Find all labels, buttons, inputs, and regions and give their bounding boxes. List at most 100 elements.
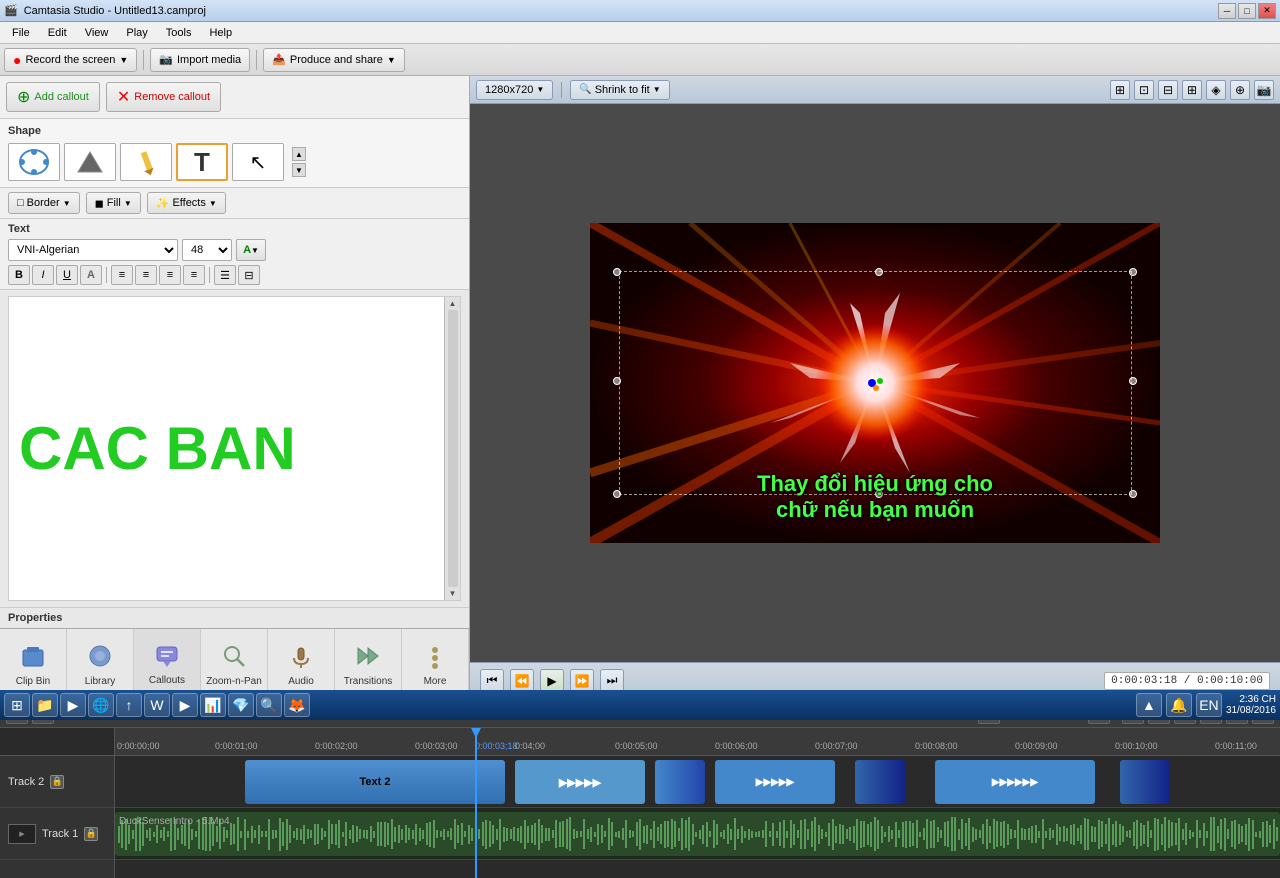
scroll-up-icon[interactable]: ▲	[449, 299, 457, 308]
wave-bar	[727, 824, 729, 844]
menu-view[interactable]: View	[77, 25, 117, 41]
shape-text[interactable]: T	[176, 143, 228, 181]
italic-button[interactable]: I	[32, 265, 54, 285]
preview-icon-3[interactable]: ⊟	[1158, 80, 1178, 100]
track2-lock[interactable]: 🔒	[50, 775, 64, 789]
shape-arrow[interactable]	[64, 143, 116, 181]
taskbar-arrow[interactable]: ↑	[116, 693, 142, 717]
align-center-button[interactable]: ≡	[135, 265, 157, 285]
scroll-down-icon[interactable]: ▼	[449, 589, 457, 598]
track2-arrows-3[interactable]: ▶▶▶▶▶▶	[935, 760, 1095, 804]
handle-top-left[interactable]	[613, 268, 621, 276]
go-to-start-button[interactable]: ⏮	[480, 669, 504, 693]
playhead[interactable]	[475, 728, 477, 878]
track2-arrows-1[interactable]: ▶▶▶▶▶	[515, 760, 645, 804]
remove-callout-button[interactable]: ✕ Remove callout	[106, 82, 221, 112]
shape-pencil[interactable]	[120, 143, 172, 181]
tab-more[interactable]: More	[402, 629, 469, 698]
tray-app1[interactable]: ▲	[1136, 693, 1162, 717]
track2-blue-block3[interactable]	[1120, 760, 1170, 804]
taskbar-chrome[interactable]: 🌐	[88, 693, 114, 717]
text-color-button[interactable]: A ▼	[236, 239, 266, 261]
produce-share-button[interactable]: 📤 Produce and share ▼	[263, 48, 405, 72]
shape-scroll-down[interactable]: ▼	[292, 163, 306, 177]
ruler-mark-10: 0:00:10;00	[1115, 741, 1158, 751]
preview-icon-7[interactable]: 📷	[1254, 80, 1274, 100]
fit-selector[interactable]: 🔍 Shrink to fit ▼	[570, 80, 669, 100]
tab-clip-bin[interactable]: Clip Bin	[0, 629, 67, 698]
handle-top-right[interactable]	[1129, 268, 1137, 276]
shape-scroll-up[interactable]: ▲	[292, 147, 306, 161]
tab-zoom-n-pan[interactable]: Zoom-n-Pan	[201, 629, 268, 698]
taskbar-media-player[interactable]: ▶	[60, 693, 86, 717]
taskbar-word[interactable]: W	[144, 693, 170, 717]
bold-button[interactable]: B	[8, 265, 30, 285]
taskbar-app4[interactable]: 🔍	[256, 693, 282, 717]
taskbar-app5[interactable]: 🦊	[284, 693, 310, 717]
wave-bar	[895, 822, 897, 847]
menu-file[interactable]: File	[4, 25, 38, 41]
preview-icon-4[interactable]: ⊞	[1182, 80, 1202, 100]
effects-button[interactable]: ✨ Effects ▼	[147, 192, 226, 214]
start-button[interactable]: ⊞	[4, 693, 30, 717]
go-to-end-button[interactable]: ⏭	[600, 669, 624, 693]
preview-icon-2[interactable]: ⊡	[1134, 80, 1154, 100]
track2-blue-block1[interactable]	[655, 760, 705, 804]
track2-blue-block2[interactable]	[855, 760, 905, 804]
audio-icon	[285, 640, 317, 672]
play-backward-button[interactable]: ⏪	[510, 669, 534, 693]
shape-ellipse[interactable]	[8, 143, 60, 181]
taskbar-app1[interactable]: ▶	[172, 693, 198, 717]
fill-button[interactable]: ◼ Fill ▼	[86, 192, 141, 214]
ruler-mark-11: 0:00:11;00	[1215, 741, 1257, 751]
indent-button[interactable]: ⊟	[238, 265, 260, 285]
text-preview[interactable]: CAC BAN ▲ ▼	[8, 296, 461, 601]
menu-edit[interactable]: Edit	[40, 25, 75, 41]
close-button[interactable]: ✕	[1258, 3, 1276, 19]
wave-bar	[667, 821, 669, 847]
align-justify-button[interactable]: ≡	[183, 265, 205, 285]
audio-waveform-clip[interactable]: DuckSense Intro - 5.Mp4	[115, 812, 1280, 856]
play-button[interactable]: ▶	[540, 669, 564, 693]
record-screen-button[interactable]: ● Record the screen ▼	[4, 48, 137, 72]
menu-play[interactable]: Play	[118, 25, 155, 41]
strikethrough-button[interactable]: A	[80, 265, 102, 285]
tray-app2[interactable]: 🔔	[1166, 693, 1192, 717]
preview-icon-5[interactable]: ◈	[1206, 80, 1226, 100]
tab-library[interactable]: Library	[67, 629, 134, 698]
preview-icon-1[interactable]: ⊞	[1110, 80, 1130, 100]
list-button[interactable]: ☰	[214, 265, 236, 285]
font-select[interactable]: VNI-Algerian	[8, 239, 178, 261]
menu-help[interactable]: Help	[201, 25, 240, 41]
import-media-button[interactable]: 📷 Import media	[150, 48, 250, 72]
taskbar-app2[interactable]: 📊	[200, 693, 226, 717]
track1-lock[interactable]: 🔒	[84, 827, 98, 841]
border-button[interactable]: □ Border ▼	[8, 192, 80, 214]
add-callout-button[interactable]: ⊕ Add callout	[6, 82, 100, 112]
align-right-button[interactable]: ≡	[159, 265, 181, 285]
minimize-button[interactable]: ─	[1218, 3, 1236, 19]
text2-clip[interactable]: Text 2	[245, 760, 505, 804]
taskbar-explorer[interactable]: 📁	[32, 693, 58, 717]
underline-button[interactable]: U	[56, 265, 78, 285]
tab-audio[interactable]: Audio	[268, 629, 335, 698]
handle-top-center[interactable]	[875, 268, 883, 276]
handle-mid-left[interactable]	[613, 377, 621, 385]
preview-icon-6[interactable]: ⊕	[1230, 80, 1250, 100]
resolution-selector[interactable]: 1280x720 ▼	[476, 80, 553, 100]
font-size-select[interactable]: 48	[182, 239, 232, 261]
tab-callouts[interactable]: Callouts	[134, 629, 201, 698]
menu-tools[interactable]: Tools	[158, 25, 200, 41]
wave-bar	[1003, 821, 1005, 848]
maximize-button[interactable]: □	[1238, 3, 1256, 19]
shape-cursor[interactable]: ↖	[232, 143, 284, 181]
tray-app3[interactable]: EN	[1196, 693, 1222, 717]
tab-transitions[interactable]: Transitions	[335, 629, 402, 698]
play-forward-button[interactable]: ⏩	[570, 669, 594, 693]
align-left-button[interactable]: ≡	[111, 265, 133, 285]
handle-mid-right[interactable]	[1129, 377, 1137, 385]
wave-bar	[800, 820, 802, 849]
taskbar-app3[interactable]: 💎	[228, 693, 254, 717]
handle-bottom-left[interactable]	[613, 490, 621, 498]
track2-arrows-2[interactable]: ▶▶▶▶▶	[715, 760, 835, 804]
